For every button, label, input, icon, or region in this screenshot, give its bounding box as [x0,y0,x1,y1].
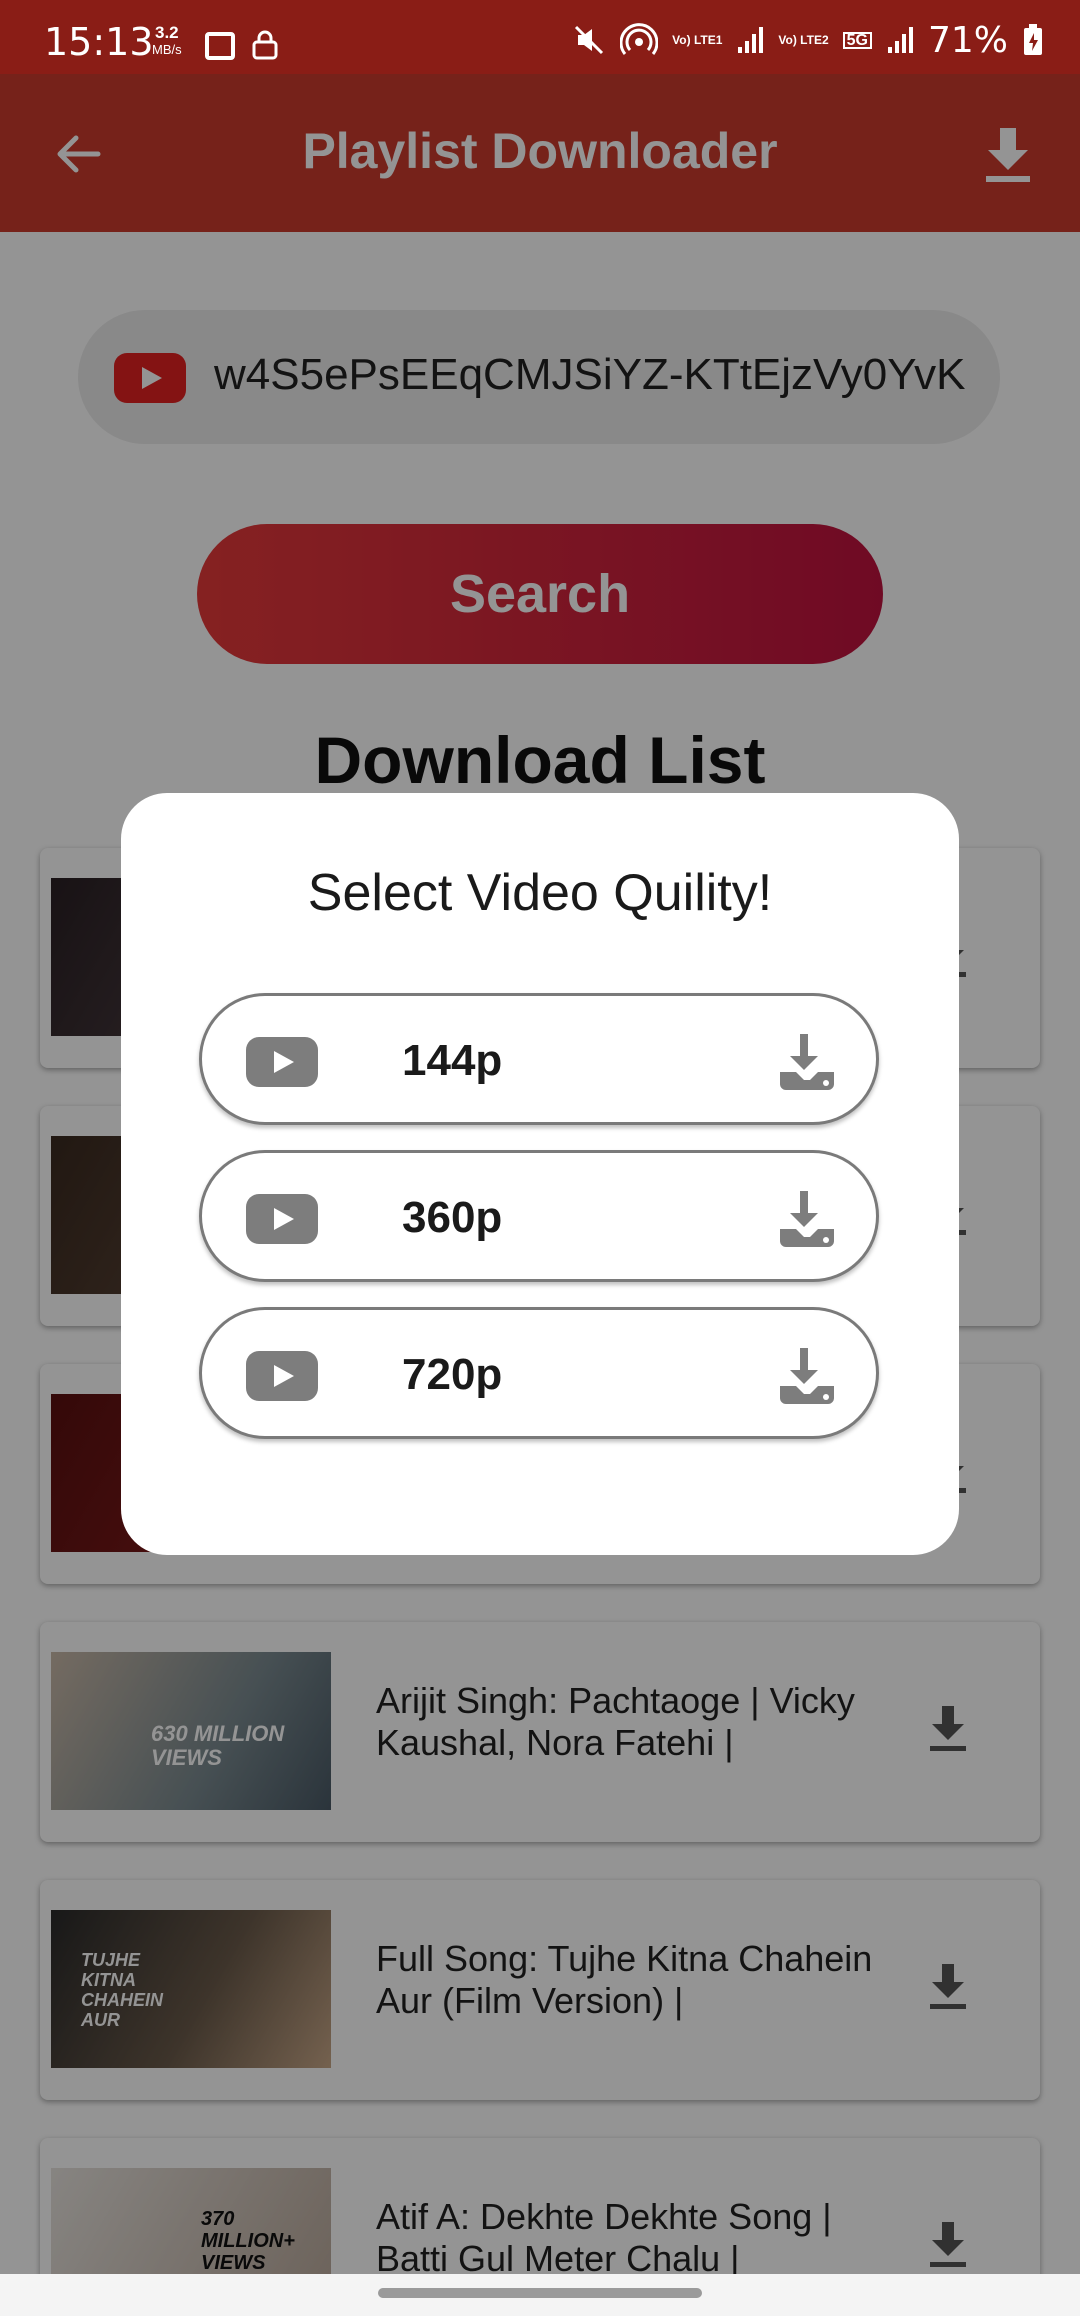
quality-option-144p[interactable]: 144p [199,993,879,1125]
quality-label: 144p [402,1036,503,1085]
mute-icon [575,25,604,55]
status-icons: Vo) LTE1 Vo) LTE2 5G 71% [572,19,1044,61]
download-icon [780,1034,834,1090]
dialog-title: Select Video Quility! [307,864,773,922]
youtube-icon [246,1037,318,1087]
status-time: 15:13 [44,20,154,64]
speed-value: 3.2 [154,23,179,42]
lock-icon [252,30,278,60]
network-type: 5G [842,31,872,49]
quality-label: 360p [402,1193,503,1242]
sim1-label: Vo) LTE1 [672,32,723,47]
download-icon [780,1348,834,1404]
sim2-label: Vo) LTE2 [778,32,829,47]
quality-label: 720p [402,1350,503,1399]
youtube-icon [246,1351,318,1401]
battery-percent: 71% [927,19,1008,61]
home-gesture-handle[interactable] [378,2288,702,2298]
speed-unit: MB/s [152,42,182,57]
battery-icon [1024,24,1042,55]
youtube-icon [246,1194,318,1244]
hotspot-icon [620,23,659,55]
status-bar: 15:13 3.2 MB/s Vo) LTE1 Vo) LTE2 5G 71% [0,0,1080,74]
signal-icon-2 [887,27,913,53]
signal-icon [738,27,764,53]
system-nav-bar [0,2274,1080,2316]
gallery-icon [205,32,235,60]
quality-option-720p[interactable]: 720p [199,1307,879,1439]
download-icon [780,1191,834,1247]
quality-dialog: Select Video Quility! 144p 360p 720p [121,793,959,1555]
quality-option-360p[interactable]: 360p [199,1150,879,1282]
network-speed: 3.2 MB/s [152,24,182,58]
